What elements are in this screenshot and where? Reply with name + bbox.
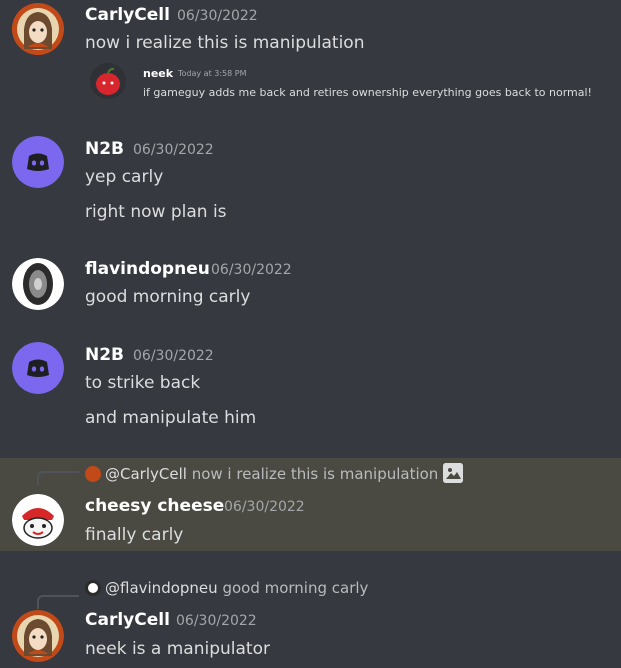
tire-avatar-icon [12,258,64,310]
apple-avatar-icon [90,63,126,99]
flavindopneu-mini-avatar [85,580,101,596]
reply-preview[interactable]: @flavindopneu good morning carly [85,579,368,597]
embed-message-text: if gameguy adds me back and retires owne… [143,86,592,99]
username[interactable]: CarlyCell [85,610,170,630]
message-text: good morning carly [85,287,251,307]
discord-default-avatar-icon [12,342,64,394]
timestamp: 06/30/2022 [133,142,214,158]
reply-spine [37,595,79,609]
message-text: and manipulate him [85,408,257,428]
message-text: neek is a manipulator [85,639,270,659]
message-text: to strike back [85,373,201,393]
username[interactable]: CarlyCell [85,5,170,25]
message-text: right now plan is [85,202,227,222]
timestamp: 06/30/2022 [211,262,292,278]
anime-avatar-icon [12,3,64,55]
image-icon [443,463,464,483]
flavindopneu-avatar[interactable] [12,258,64,310]
carlycell-mini-avatar [85,466,101,482]
username[interactable]: flavindopneu [85,259,210,279]
username[interactable]: N2B [85,345,124,365]
message-text: finally carly [85,525,184,545]
reply-preview[interactable]: @CarlyCell now i realize this is manipul… [85,463,464,483]
username[interactable]: cheesy cheese [85,496,224,516]
n2b-avatar[interactable] [12,136,64,188]
reply-text: now i realize this is manipulation [191,465,439,483]
anime-avatar-icon [12,610,64,662]
timestamp: 06/30/2022 [177,8,258,24]
embed-timestamp: Today at 3:58 PM [178,69,247,78]
timestamp: 06/30/2022 [224,499,305,515]
neek-avatar [90,63,126,99]
discord-default-avatar-icon [12,136,64,188]
reply-spine [37,471,79,485]
message-text: yep carly [85,167,164,187]
carlycell-avatar[interactable] [12,3,64,55]
carlycell-avatar[interactable] [12,610,64,662]
timestamp: 06/30/2022 [176,613,257,629]
username[interactable]: N2B [85,139,124,159]
timestamp: 06/30/2022 [133,348,214,364]
reply-mention[interactable]: @CarlyCell [105,465,187,483]
reply-mention[interactable]: @flavindopneu [105,579,218,597]
message-text: now i realize this is manipulation [85,33,365,53]
mascot-avatar-icon [12,494,64,546]
cheesy-cheese-avatar[interactable] [12,494,64,546]
reply-text: good morning carly [222,579,369,597]
n2b-avatar[interactable] [12,342,64,394]
embed-username: neek [143,67,174,80]
